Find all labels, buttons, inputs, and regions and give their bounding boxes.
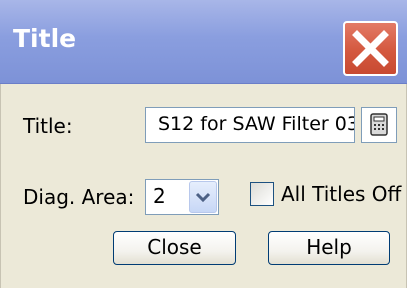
window-title: Title <box>13 24 77 53</box>
title-label: Title: <box>23 114 73 138</box>
title-picker-button[interactable] <box>361 107 397 143</box>
diag-area-value: 2 <box>153 184 166 208</box>
dialog-body: Title: S12 for SAW Filter 03 Diag. Area:… <box>0 84 407 288</box>
title-bar: Title <box>0 0 407 84</box>
chevron-down-icon <box>195 192 211 203</box>
close-window-button[interactable] <box>343 21 398 76</box>
diag-area-select[interactable]: 2 <box>145 179 219 215</box>
close-icon <box>352 30 389 67</box>
calculator-icon <box>370 113 388 136</box>
diag-area-label: Diag. Area: <box>23 185 135 209</box>
all-titles-off-checkbox[interactable] <box>250 182 274 206</box>
dialog-window: Title Title: S12 for SAW Filter 03 Diag.… <box>0 0 407 288</box>
title-input[interactable]: S12 for SAW Filter 03 <box>145 107 355 143</box>
help-button[interactable]: Help <box>268 231 390 265</box>
diag-area-dropdown-button[interactable] <box>189 181 217 213</box>
close-button[interactable]: Close <box>113 231 236 265</box>
all-titles-off-label: All Titles Off <box>281 182 402 206</box>
